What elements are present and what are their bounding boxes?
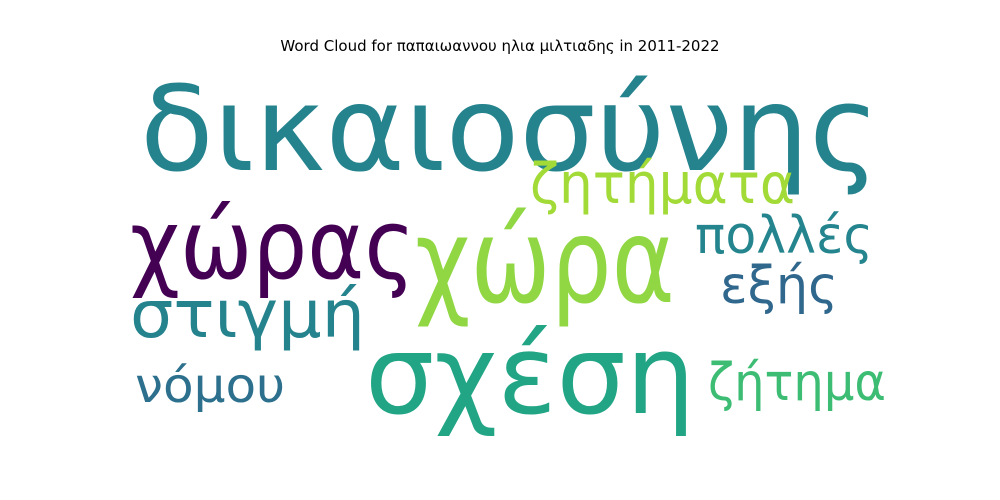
word-polles: πολλές — [695, 206, 873, 266]
word-zitima: ζήτημα — [708, 353, 887, 413]
word-stigmi: στιγμή — [130, 276, 365, 353]
word-nomou: νόμου — [135, 358, 286, 414]
word-chora: χώρα — [415, 192, 675, 330]
word-schesi: σχέση — [365, 311, 696, 439]
word-cloud: δικαιοσύνης χώρα σχέση χώρας στιγμή ζητή… — [125, 62, 900, 440]
word-zitimata: ζητήματα — [530, 152, 795, 217]
chart-title: Word Cloud for παπαιωαννου ηλια μιλτιαδη… — [280, 37, 720, 55]
word-exis: εξής — [720, 256, 838, 316]
